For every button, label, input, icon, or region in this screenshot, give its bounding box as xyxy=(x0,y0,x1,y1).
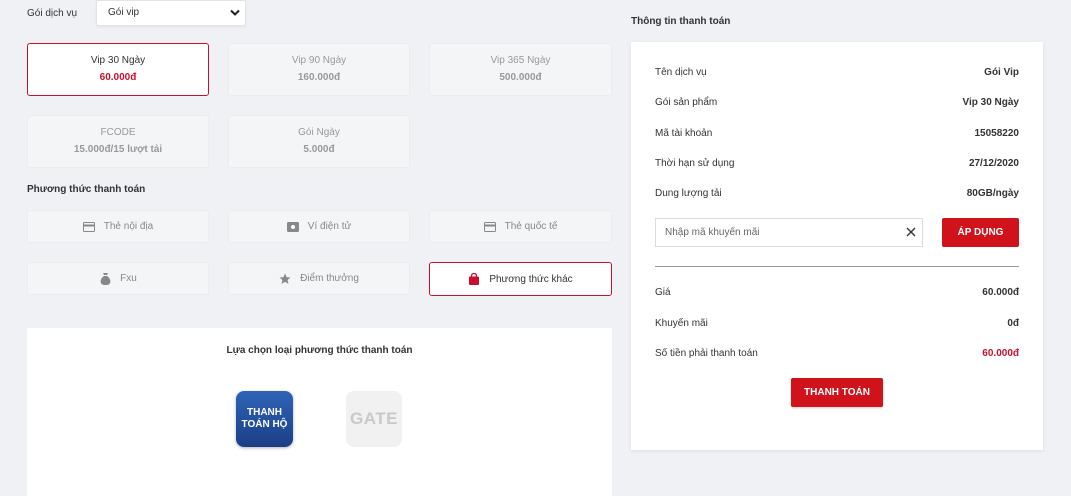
summary-label: Giá xyxy=(655,287,671,298)
info-value: 80GB/ngày xyxy=(966,188,1019,199)
package-name: Gói Ngày xyxy=(298,127,340,138)
package-price: 500.000đ xyxy=(499,72,542,83)
info-row-quota: Dung lượng tải 80GB/ngày xyxy=(655,188,1019,199)
info-label: Tên dịch vụ xyxy=(655,67,707,78)
summary-value: 0đ xyxy=(1007,318,1019,329)
gate-logo-text: GATE xyxy=(350,409,398,428)
info-label: Mã tài khoản xyxy=(655,128,713,139)
method-domestic-card[interactable]: Thẻ nội địa xyxy=(27,210,209,243)
package-price: 60.000đ xyxy=(99,72,137,83)
card-icon xyxy=(82,221,95,233)
info-label: Thời hạn sử dụng xyxy=(655,158,735,169)
summary-label: Khuyến mãi xyxy=(655,318,708,329)
package-card-vip365[interactable]: Vip 365 Ngày 500.000đ xyxy=(429,43,612,96)
card-icon xyxy=(483,221,496,233)
method-international-card[interactable]: Thẻ quốc tế xyxy=(429,210,612,243)
info-value: Gói Vip xyxy=(984,67,1019,78)
method-label: Phương thức khác xyxy=(489,273,573,285)
package-name: FCODE xyxy=(100,127,136,138)
package-name: Vip 90 Ngày xyxy=(291,55,347,66)
method-label: Thẻ nội địa xyxy=(103,221,154,232)
thanh-toan-ho-line2: TOÁN HỘ xyxy=(241,419,288,430)
summary-row-discount: Khuyến mãi 0đ xyxy=(655,318,1019,329)
info-value: Vip 30 Ngày xyxy=(962,97,1019,108)
package-price: 160.000đ xyxy=(297,72,341,83)
package-name: Vip 30 Ngày xyxy=(90,55,146,66)
payment-type-title: Lựa chọn loại phương thức thanh toán xyxy=(226,345,413,356)
method-e-wallet[interactable]: Ví điện tử xyxy=(228,210,410,243)
service-label: Gói dịch vụ xyxy=(27,8,78,19)
thanh-toan-ho-line1: THANH xyxy=(247,407,282,418)
package-card-daily[interactable]: Gói Ngày 5.000đ xyxy=(228,115,410,168)
info-value: 27/12/2020 xyxy=(968,158,1019,169)
info-row-account: Mã tài khoản 15058220 xyxy=(655,128,1019,139)
info-row-service: Tên dịch vụ Gói Vip xyxy=(655,67,1019,78)
payment-type-panel: Lựa chọn loại phương thức thanh toán THA… xyxy=(27,328,612,496)
summary-total-value: 60.000đ xyxy=(982,348,1019,359)
clear-icon[interactable] xyxy=(906,227,916,237)
package-card-fcode[interactable]: FCODE 15.000đ/15 lượt tải xyxy=(27,115,209,168)
method-other[interactable]: Phương thức khác xyxy=(429,262,612,296)
info-label: Dung lượng tải xyxy=(655,188,722,199)
shopping-bag-icon xyxy=(468,273,480,285)
package-card-vip30[interactable]: Vip 30 Ngày 60.000đ xyxy=(27,43,209,96)
money-bag-icon xyxy=(99,272,111,285)
gate-option[interactable]: GATE xyxy=(346,391,402,447)
method-label: Thẻ quốc tế xyxy=(504,221,558,232)
pay-button[interactable]: THANH TOÁN xyxy=(791,378,883,407)
apply-promo-button[interactable]: ÁP DỤNG xyxy=(942,218,1019,247)
package-card-vip90[interactable]: Vip 90 Ngày 160.000đ xyxy=(228,43,410,96)
payment-info-panel: Tên dịch vụ Gói Vip Gói sản phẩm Vip 30 … xyxy=(631,42,1043,450)
star-icon xyxy=(279,273,291,285)
thanh-toan-ho-option[interactable]: THANH TOÁN HỘ xyxy=(236,391,293,447)
chevron-down-icon xyxy=(230,9,240,16)
package-name: Vip 365 Ngày xyxy=(490,55,551,66)
service-select-value: Gói vip xyxy=(108,7,140,18)
package-price: 15.000đ/15 lượt tải xyxy=(73,144,163,155)
method-reward-points[interactable]: Điểm thưởng xyxy=(228,262,410,295)
info-label: Gói sản phẩm xyxy=(655,97,718,108)
summary-value: 60.000đ xyxy=(982,287,1019,298)
promo-placeholder: Nhập mã khuyến mãi xyxy=(665,227,760,238)
payment-info-title: Thông tin thanh toán xyxy=(631,16,731,27)
method-fxu[interactable]: Fxu xyxy=(27,262,209,295)
promo-code-input[interactable]: Nhập mã khuyến mãi xyxy=(655,218,923,247)
method-label: Điểm thưởng xyxy=(300,273,359,284)
method-label: Fxu xyxy=(120,273,137,284)
summary-row-total: Số tiền phải thanh toán 60.000đ xyxy=(655,348,1019,359)
summary-label: Số tiền phải thanh toán xyxy=(655,348,758,359)
wallet-icon xyxy=(286,221,299,233)
method-label: Ví điện tử xyxy=(307,221,352,232)
info-row-product: Gói sản phẩm Vip 30 Ngày xyxy=(655,97,1019,108)
info-value: 15058220 xyxy=(974,128,1020,139)
info-row-expiry: Thời hạn sử dụng 27/12/2020 xyxy=(655,158,1019,169)
payment-methods-title: Phương thức thanh toán xyxy=(27,184,146,195)
package-price: 5.000đ xyxy=(303,144,335,155)
summary-row-price: Giá 60.000đ xyxy=(655,287,1019,298)
service-select[interactable]: Gói vip xyxy=(96,0,246,26)
divider xyxy=(655,266,1019,267)
